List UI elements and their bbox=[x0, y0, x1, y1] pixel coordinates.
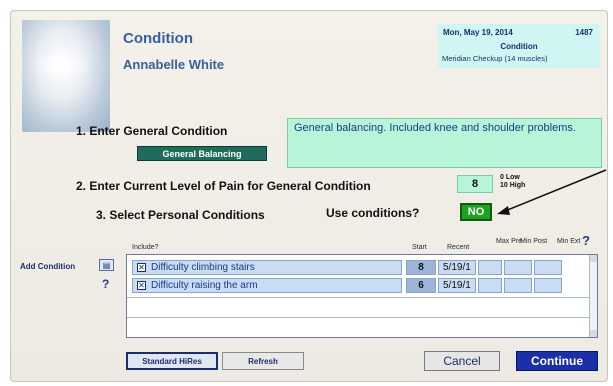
table-scrollbar[interactable] bbox=[589, 255, 597, 337]
condition-text: Difficulty raising the arm bbox=[151, 280, 258, 291]
max-pre-cell[interactable] bbox=[478, 260, 502, 275]
recent-date: 5/19/1 bbox=[438, 260, 476, 275]
add-condition-label: Add Condition bbox=[20, 262, 76, 271]
general-condition-field[interactable]: General balancing. Included knee and sho… bbox=[287, 118, 602, 168]
start-value[interactable]: 6 bbox=[406, 278, 436, 293]
column-header-min-ext: Min Ext bbox=[557, 238, 581, 245]
row-divider bbox=[127, 317, 597, 318]
max-pre-cell[interactable] bbox=[478, 278, 502, 293]
continue-button[interactable]: Continue bbox=[516, 351, 598, 371]
help-icon[interactable]: ? bbox=[582, 233, 590, 248]
patient-name: Annabelle White bbox=[123, 57, 225, 72]
column-header-recent: Recent bbox=[447, 244, 470, 251]
pain-scale-hint: 0 Low 10 High bbox=[500, 174, 525, 189]
record-id: 1487 bbox=[575, 28, 593, 37]
table-row[interactable]: ✕ Difficulty climbing stairs 8 5/19/1 bbox=[132, 260, 582, 275]
pain-hint-high: 10 High bbox=[500, 181, 526, 189]
general-balancing-button[interactable]: General Balancing bbox=[137, 146, 267, 161]
condition-text: Difficulty climbing stairs bbox=[151, 262, 255, 273]
column-header-max-pre: Max Pre bbox=[496, 238, 523, 245]
column-header-start: Start bbox=[412, 244, 427, 251]
cloud-image bbox=[22, 20, 110, 132]
standard-hilites-button[interactable]: Standard HiRes bbox=[126, 352, 218, 370]
use-conditions-toggle[interactable]: NO bbox=[460, 203, 492, 221]
include-checkbox[interactable]: ✕ bbox=[137, 281, 146, 290]
refresh-button[interactable]: Refresh bbox=[222, 352, 304, 370]
pain-level-field[interactable]: 8 bbox=[457, 175, 493, 193]
page-title: Condition bbox=[123, 30, 193, 47]
step3-label: 3. Select Personal Conditions bbox=[96, 208, 265, 222]
include-checkbox[interactable]: ✕ bbox=[137, 263, 146, 272]
table-row[interactable]: ✕ Difficulty raising the arm 6 5/19/1 bbox=[132, 278, 582, 293]
step2-label: 2. Enter Current Level of Pain for Gener… bbox=[76, 179, 371, 193]
condition-description[interactable]: ✕ Difficulty climbing stairs bbox=[132, 260, 402, 275]
add-row-icon: ▤ bbox=[102, 260, 111, 270]
cancel-button[interactable]: Cancel bbox=[424, 351, 500, 371]
step1-label: 1. Enter General Condition bbox=[76, 124, 228, 138]
help-icon[interactable]: ? bbox=[102, 277, 109, 291]
column-header-min-post: Min Post bbox=[520, 238, 548, 245]
session-info-box: Mon, May 19, 2014 1487 Condition Meridia… bbox=[438, 24, 600, 68]
use-conditions-label: Use conditions? bbox=[326, 206, 420, 220]
session-type: Condition bbox=[500, 42, 538, 51]
start-value[interactable]: 8 bbox=[406, 260, 436, 275]
min-post-cell[interactable] bbox=[504, 260, 532, 275]
visit-description: Meridian Checkup (14 muscles) bbox=[442, 54, 548, 63]
pain-hint-low: 0 Low bbox=[500, 174, 520, 181]
min-post-cell[interactable] bbox=[504, 278, 532, 293]
min-ext-cell[interactable] bbox=[534, 260, 562, 275]
session-date: Mon, May 19, 2014 bbox=[443, 28, 513, 37]
condition-description[interactable]: ✕ Difficulty raising the arm bbox=[132, 278, 402, 293]
column-header-include: Include? bbox=[132, 244, 159, 251]
min-ext-cell[interactable] bbox=[534, 278, 562, 293]
recent-date: 5/19/1 bbox=[438, 278, 476, 293]
add-condition-button[interactable]: ▤ bbox=[99, 259, 114, 271]
row-divider bbox=[127, 297, 597, 298]
conditions-table: ✕ Difficulty climbing stairs 8 5/19/1 ✕ … bbox=[126, 254, 598, 338]
